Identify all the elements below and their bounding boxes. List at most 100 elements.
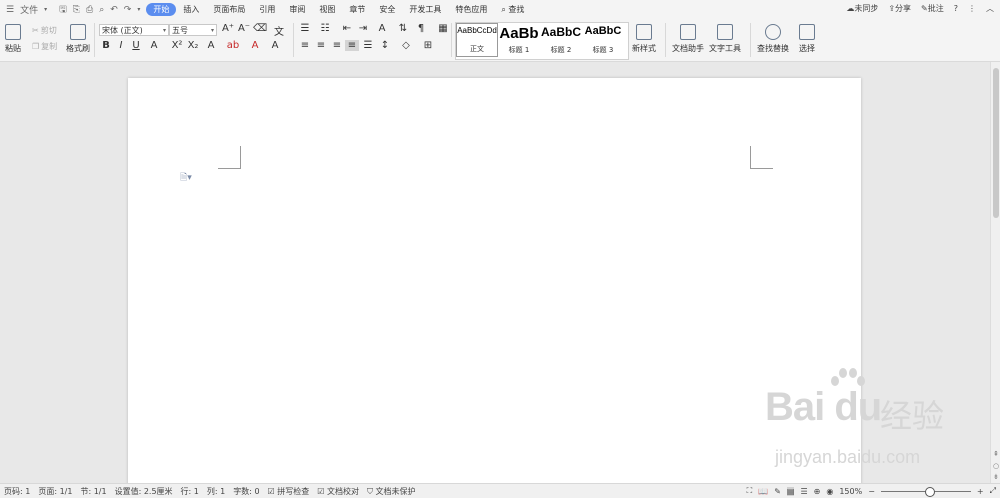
status-pages[interactable]: 页面: 1/1: [34, 486, 76, 497]
tab-page-layout[interactable]: 页面布局: [206, 4, 252, 15]
fit-page-icon[interactable]: ⤢: [990, 486, 996, 496]
web-view-icon[interactable]: ⊕: [814, 487, 821, 496]
tab-developer[interactable]: 开发工具: [402, 4, 448, 15]
prev-page-icon[interactable]: ⇞: [992, 450, 1000, 458]
spell-check-button[interactable]: ☑ 拼写检查: [264, 486, 314, 497]
tab-home[interactable]: 开始: [146, 3, 177, 16]
zoom-out-icon[interactable]: −: [868, 487, 875, 496]
status-page-code[interactable]: 页码: 1: [0, 486, 34, 497]
align-left-icon[interactable]: ≡: [298, 40, 312, 51]
bold-icon[interactable]: B: [99, 40, 113, 51]
style-heading-3[interactable]: AaBbC 标题 3: [582, 23, 624, 57]
subscript-icon[interactable]: X₂: [186, 40, 200, 51]
tab-security[interactable]: 安全: [372, 4, 402, 15]
font-color-icon[interactable]: A: [248, 40, 262, 51]
justify-icon[interactable]: ≡: [345, 40, 359, 51]
shrink-font-icon[interactable]: A⁻: [237, 23, 251, 34]
superscript-icon[interactable]: X²: [170, 40, 184, 51]
help-icon[interactable]: ?: [954, 4, 958, 13]
print-preview-icon[interactable]: ⌕: [99, 5, 104, 15]
shading-icon[interactable]: ◇: [399, 40, 413, 51]
grow-font-icon[interactable]: A⁺: [221, 23, 235, 34]
tab-references[interactable]: 引用: [252, 4, 282, 15]
share-button[interactable]: ⇪分享: [888, 3, 911, 14]
copy-button[interactable]: ❐ 复制: [32, 41, 57, 52]
increase-indent-icon[interactable]: ⇥: [356, 23, 370, 34]
sort-icon[interactable]: ⇅: [396, 23, 410, 34]
underline-icon[interactable]: U: [129, 40, 143, 51]
new-style-button[interactable]: 新样式: [632, 24, 656, 54]
chinese-layout-icon[interactable]: A: [375, 23, 389, 34]
document-page[interactable]: 🗎▾: [128, 78, 861, 498]
pen-icon[interactable]: ✎: [774, 487, 781, 496]
style-heading-2[interactable]: AaBbC 标题 2: [540, 23, 582, 57]
paragraph-layout-icon[interactable]: 🗎▾: [180, 170, 192, 186]
open-icon[interactable]: ⎘: [73, 5, 80, 15]
tab-insert[interactable]: 插入: [176, 4, 206, 15]
align-right-icon[interactable]: ≡: [330, 40, 344, 51]
text-effect-icon[interactable]: A: [204, 40, 218, 51]
tab-section[interactable]: 章节: [342, 4, 372, 15]
save-icon[interactable]: 🖫: [59, 2, 67, 18]
font-size-select[interactable]: 五号 ▾: [169, 24, 217, 36]
zoom-slider[interactable]: [880, 486, 971, 497]
reading-view-icon[interactable]: 📖: [758, 487, 768, 496]
outline-view-icon[interactable]: ☰: [800, 487, 807, 496]
more-icon[interactable]: ⋮: [968, 4, 976, 13]
protect-button[interactable]: ⛉ 文档未保护: [363, 486, 420, 497]
tab-special[interactable]: 特色应用: [448, 4, 494, 15]
zoom-in-icon[interactable]: +: [977, 487, 984, 496]
next-page-icon[interactable]: ⇟: [992, 473, 1000, 481]
format-painter-button[interactable]: 格式刷: [66, 24, 90, 54]
zoom-level[interactable]: 150%: [839, 487, 862, 496]
style-normal[interactable]: AaBbCcDd 正文: [456, 23, 498, 57]
zoom-slider-knob[interactable]: [924, 486, 935, 497]
select-button[interactable]: 选择: [799, 24, 815, 54]
sync-button[interactable]: ☁未同步: [846, 3, 878, 14]
scrollbar-thumb[interactable]: [993, 68, 999, 218]
fullscreen-icon[interactable]: ⛶: [747, 486, 753, 496]
status-col[interactable]: 列: 1: [203, 486, 229, 497]
status-row[interactable]: 行: 1: [177, 486, 203, 497]
find-replace-button[interactable]: 查找替换: [757, 24, 789, 54]
bullet-list-icon[interactable]: ☰: [298, 23, 312, 34]
numbered-list-icon[interactable]: ☷: [318, 23, 332, 34]
distribute-icon[interactable]: ☰: [361, 40, 375, 51]
table-borders-icon[interactable]: ▦: [436, 23, 450, 34]
phonetic-icon[interactable]: 文: [272, 23, 286, 38]
paste-button[interactable]: 粘贴: [5, 24, 21, 54]
font-name-select[interactable]: 宋体 (正文) ▾: [99, 24, 169, 36]
comment-button[interactable]: ✎批注: [921, 3, 944, 14]
select-browse-icon[interactable]: ○: [992, 462, 1000, 470]
cut-button[interactable]: ✂ 剪切: [32, 25, 57, 36]
show-hide-icon[interactable]: ¶: [414, 23, 428, 34]
eye-protection-icon[interactable]: ◉: [826, 487, 833, 496]
status-section[interactable]: 节: 1/1: [76, 486, 110, 497]
clear-format-icon[interactable]: ⌫: [253, 23, 267, 34]
line-spacing-icon[interactable]: ↕: [378, 40, 392, 51]
italic-icon[interactable]: I: [114, 40, 128, 51]
redo-icon[interactable]: ↷: [124, 5, 132, 15]
strikethrough-icon[interactable]: A: [147, 40, 161, 51]
doc-helper-button[interactable]: 文档助手: [672, 24, 704, 54]
undo-icon[interactable]: ↶: [110, 5, 118, 15]
highlight-icon[interactable]: ab: [226, 40, 240, 51]
collapse-ribbon-icon[interactable]: ︿: [986, 3, 994, 14]
status-word-count[interactable]: 字数: 0: [229, 486, 263, 497]
file-menu[interactable]: ☰ 文件 ▾: [0, 3, 53, 17]
doc-check-button[interactable]: ☑ 文档校对: [313, 486, 363, 497]
char-shading-icon[interactable]: A: [268, 40, 282, 51]
align-center-icon[interactable]: ≡: [314, 40, 328, 51]
decrease-indent-icon[interactable]: ⇤: [340, 23, 354, 34]
search-button[interactable]: ⌕ 查找: [494, 4, 531, 15]
vertical-scrollbar[interactable]: ⇞ ○ ⇟: [990, 62, 1000, 483]
page-view-icon[interactable]: ▤: [786, 486, 795, 496]
text-tools-button[interactable]: 文字工具: [709, 24, 741, 54]
tab-view[interactable]: 视图: [312, 4, 342, 15]
tab-review[interactable]: 审阅: [282, 4, 312, 15]
customize-icon[interactable]: ▾: [137, 6, 140, 13]
print-icon[interactable]: ⎙: [86, 5, 93, 15]
status-setting[interactable]: 设置值: 2.5厘米: [111, 486, 177, 497]
style-heading-1[interactable]: AaBb 标题 1: [498, 23, 540, 57]
borders-icon[interactable]: ⊞: [421, 40, 435, 51]
